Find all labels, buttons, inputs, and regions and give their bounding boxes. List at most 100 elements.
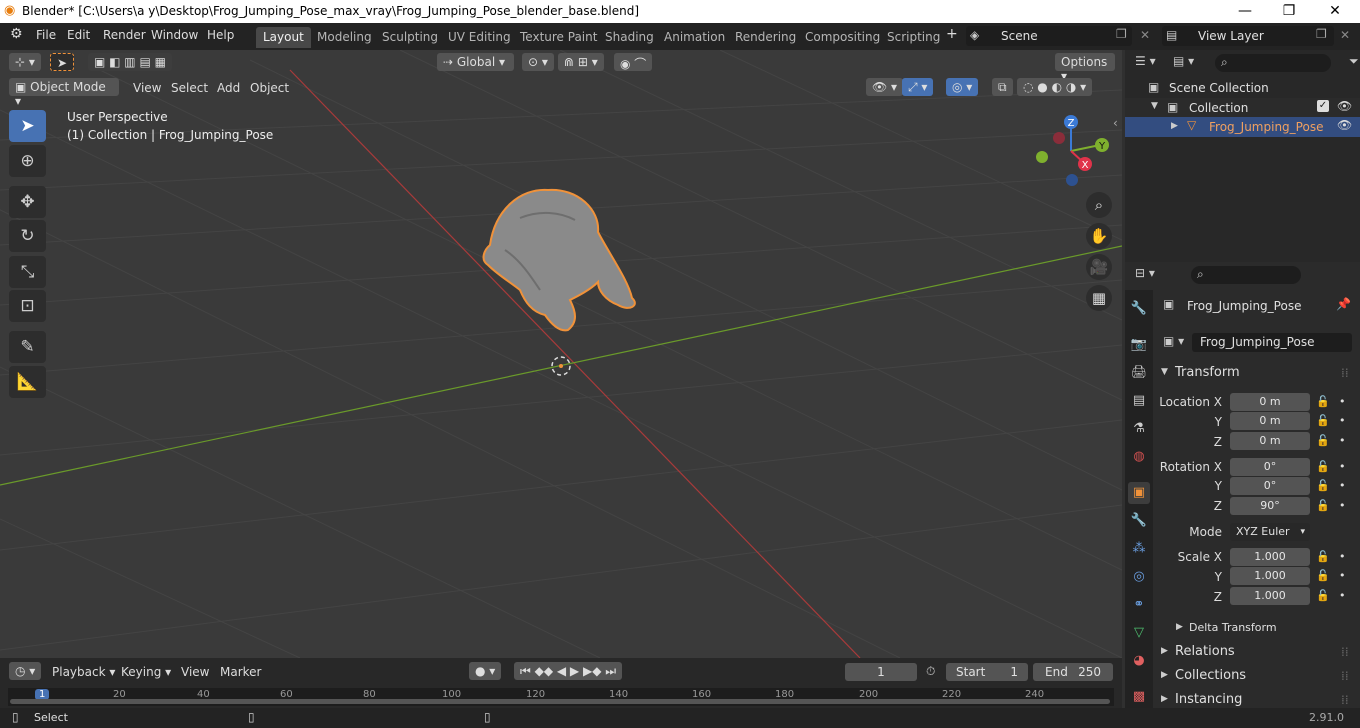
keyframe-dot-icon[interactable]: • bbox=[1339, 460, 1346, 473]
transform-panel-header[interactable]: ▼ Transform ⁞⁞ bbox=[1155, 363, 1355, 383]
keyframe-dot-icon[interactable]: • bbox=[1339, 479, 1346, 492]
tab-uv-editing[interactable]: UV Editing bbox=[441, 27, 518, 48]
tab-sculpting[interactable]: Sculpting bbox=[375, 27, 445, 48]
end-frame-field[interactable]: End 250 bbox=[1033, 663, 1113, 681]
menu-edit[interactable]: Edit bbox=[67, 28, 90, 42]
lock-icon[interactable]: 🔓 bbox=[1316, 499, 1330, 512]
object-browse-dropdown[interactable]: ▣ ▾ bbox=[1163, 334, 1184, 348]
cursor-tool-icon[interactable]: ⊕ bbox=[9, 145, 46, 177]
outliner-editor-type-icon[interactable]: ☰ ▾ bbox=[1135, 54, 1156, 68]
start-frame-field[interactable]: Start 1 bbox=[946, 663, 1028, 681]
menu-select[interactable]: Select bbox=[171, 81, 208, 95]
tab-texture-paint[interactable]: Texture Paint bbox=[513, 27, 604, 48]
menu-view[interactable]: View bbox=[133, 81, 161, 95]
material-tab-icon[interactable]: ◕ bbox=[1128, 650, 1150, 672]
sidebar-toggle-icon[interactable]: ‹ bbox=[1113, 116, 1118, 130]
perspective-toggle-icon[interactable]: ▦ bbox=[1086, 285, 1112, 311]
navigation-gizmo[interactable]: Z Y X bbox=[1030, 110, 1112, 192]
texture-tab-icon[interactable]: ▩ bbox=[1128, 686, 1150, 708]
timeline-keying-menu[interactable]: Keying ▾ bbox=[121, 665, 171, 679]
select-box-tool-icon[interactable]: ➤ bbox=[50, 53, 75, 71]
select-tool-icon[interactable]: ➤ bbox=[9, 110, 46, 142]
location-y-field[interactable]: 0 m bbox=[1230, 412, 1310, 430]
editor-type-icon[interactable]: ⊹ ▾ bbox=[9, 53, 41, 71]
playback-controls[interactable]: ⏮ ◆◆ ◀ ▶ ▶◆ ⏭ bbox=[514, 662, 623, 680]
drag-handle-icon[interactable]: ⁞⁞ bbox=[1341, 366, 1349, 380]
zoom-icon[interactable]: ⌕ bbox=[1086, 192, 1112, 218]
snap-icon[interactable]: ⋒ ⊞ ▾ bbox=[558, 53, 604, 71]
drag-handle-icon[interactable]: ⁞⁞ bbox=[1341, 669, 1349, 683]
render-tab-icon[interactable]: 📷 bbox=[1128, 334, 1150, 356]
rotation-x-field[interactable]: 0° bbox=[1230, 458, 1310, 476]
pivot-point-icon[interactable]: ⊙ ▾ bbox=[522, 53, 554, 71]
keyframe-dot-icon[interactable]: • bbox=[1339, 414, 1346, 427]
scale-y-field[interactable]: 1.000 bbox=[1230, 567, 1310, 585]
auto-keying-toggle[interactable]: ● ▾ bbox=[469, 662, 502, 680]
lock-icon[interactable]: 🔓 bbox=[1316, 460, 1330, 473]
rotation-y-field[interactable]: 0° bbox=[1230, 477, 1310, 495]
location-z-field[interactable]: 0 m bbox=[1230, 432, 1310, 450]
timeline-scrollbar[interactable] bbox=[10, 699, 1110, 704]
orientation-dropdown[interactable]: ⇢ Global ▾ bbox=[437, 53, 514, 71]
filter-icon[interactable]: ⏷ bbox=[1349, 54, 1359, 69]
lock-icon[interactable]: 🔓 bbox=[1316, 434, 1330, 447]
pan-hand-icon[interactable]: ✋ bbox=[1086, 223, 1112, 249]
menu-window[interactable]: Window bbox=[151, 28, 198, 42]
instancing-panel-header[interactable]: ▶ Instancing ⁞⁞ bbox=[1155, 690, 1355, 708]
outliner-search-input[interactable]: ⌕ bbox=[1215, 54, 1331, 72]
expand-arrow-icon[interactable]: ▶ bbox=[1171, 121, 1178, 131]
properties-search-input[interactable]: ⌕ bbox=[1191, 266, 1301, 284]
tab-animation[interactable]: Animation bbox=[657, 27, 732, 48]
shading-mode-icons[interactable]: ◌ ● ◐ ◑ ▾ bbox=[1017, 78, 1093, 96]
outliner-display-mode-icon[interactable]: ▤ ▾ bbox=[1173, 54, 1194, 68]
minimize-button[interactable]: — bbox=[1222, 0, 1268, 23]
lock-icon[interactable]: 🔓 bbox=[1316, 395, 1330, 408]
collection-visibility-eye-icon[interactable]: 👁 bbox=[1337, 99, 1352, 113]
output-tab-icon[interactable]: 🖨 bbox=[1128, 362, 1150, 384]
visibility-icon[interactable]: 👁 ▾ bbox=[866, 78, 904, 96]
view-layer-tab-icon[interactable]: ▤ bbox=[1128, 390, 1150, 412]
menu-help[interactable]: Help bbox=[207, 28, 234, 42]
lock-icon[interactable]: 🔓 bbox=[1316, 569, 1330, 582]
scene-close-icon[interactable]: ✕ bbox=[1140, 28, 1150, 42]
lock-icon[interactable]: 🔓 bbox=[1316, 589, 1330, 602]
camera-icon[interactable]: 🎥 bbox=[1086, 254, 1112, 280]
proportional-edit-icon[interactable]: ◉ ⌒ bbox=[614, 53, 653, 71]
physics-tab-icon[interactable]: ◎ bbox=[1128, 566, 1150, 588]
drag-handle-icon[interactable]: ⁞⁞ bbox=[1341, 645, 1349, 659]
object-name-field[interactable]: Frog_Jumping_Pose bbox=[1192, 333, 1352, 352]
stopwatch-icon[interactable]: ⏱ bbox=[926, 664, 935, 679]
lock-icon[interactable]: 🔓 bbox=[1316, 479, 1330, 492]
keyframe-dot-icon[interactable]: • bbox=[1339, 589, 1346, 602]
object-visibility-eye-icon[interactable]: 👁 bbox=[1337, 118, 1352, 132]
delta-transform-header[interactable]: ▶ Delta Transform bbox=[1170, 620, 1350, 638]
close-button[interactable]: ✕ bbox=[1312, 0, 1358, 23]
timeline-editor-type-icon[interactable]: ◷ ▾ bbox=[9, 662, 42, 680]
scene-selector[interactable]: ◈ Scene ❐ bbox=[966, 26, 1132, 46]
view-layer-copy-icon[interactable]: ❐ bbox=[1316, 27, 1327, 41]
collections-panel-header[interactable]: ▶ Collections ⁞⁞ bbox=[1155, 666, 1355, 686]
drag-handle-icon[interactable]: ⁞⁞ bbox=[1341, 693, 1349, 707]
modifier-tab-icon[interactable]: 🔧 bbox=[1128, 510, 1150, 532]
menu-object[interactable]: Object bbox=[250, 81, 289, 95]
menu-render[interactable]: Render bbox=[103, 28, 146, 42]
menu-add[interactable]: Add bbox=[217, 81, 240, 95]
keyframe-dot-icon[interactable]: • bbox=[1339, 569, 1346, 582]
maximize-button[interactable]: ❐ bbox=[1266, 0, 1312, 23]
tab-modeling[interactable]: Modeling bbox=[310, 27, 379, 48]
outliner-row-scene-collection[interactable]: ▣ Scene Collection bbox=[1125, 78, 1360, 98]
constraints-tab-icon[interactable]: ⚭ bbox=[1128, 594, 1150, 616]
rotation-z-field[interactable]: 90° bbox=[1230, 497, 1310, 515]
measure-tool-icon[interactable]: 📐 bbox=[9, 366, 46, 398]
xray-icon[interactable]: ⧉ bbox=[992, 78, 1013, 96]
transform-tool-icon[interactable]: ⊡ bbox=[9, 290, 46, 322]
blender-menu-icon[interactable]: ⚙ bbox=[10, 26, 23, 42]
move-tool-icon[interactable]: ✥ bbox=[9, 186, 46, 218]
3d-viewport[interactable]: ⊹ ▾ ➤ ▣ ◧ ▥ ▤ ▦ ⇢ Global ▾ ⊙ ▾ ⋒ ⊞ ▾ ◉ ⌒… bbox=[0, 50, 1122, 658]
keyframe-dot-icon[interactable]: • bbox=[1339, 434, 1346, 447]
particles-tab-icon[interactable]: ⁂ bbox=[1128, 538, 1150, 560]
lock-icon[interactable]: 🔓 bbox=[1316, 414, 1330, 427]
outliner-row-object[interactable]: ▶ ▽ Frog_Jumping_Pose 👁 bbox=[1125, 117, 1360, 137]
data-tab-icon[interactable]: ▽ bbox=[1128, 622, 1150, 644]
tab-compositing[interactable]: Compositing bbox=[798, 27, 887, 48]
